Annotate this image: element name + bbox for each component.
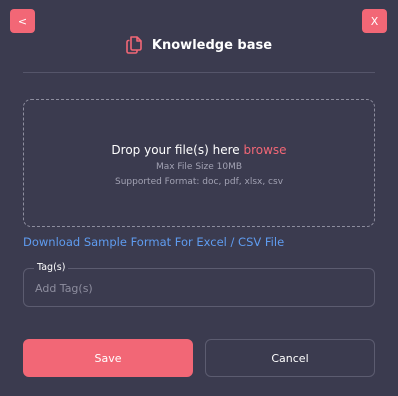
dialog-title: Knowledge base — [151, 37, 273, 53]
knowledge-base-dialog: < X Knowledge base Drop your file(s) her… — [0, 0, 398, 396]
dropzone-prompt-line: Drop your file(s) here browse — [111, 143, 286, 157]
tags-input[interactable] — [35, 278, 365, 298]
dropzone-prompt: Drop your file(s) here — [111, 142, 240, 157]
download-sample-link[interactable]: Download Sample Format For Excel / CSV F… — [23, 235, 284, 249]
max-file-size-text: Max File Size 10MB — [155, 161, 243, 172]
save-button[interactable]: Save — [23, 339, 193, 377]
close-button[interactable]: X — [362, 9, 387, 33]
cancel-button[interactable]: Cancel — [205, 339, 375, 377]
browse-link[interactable]: browse — [243, 143, 286, 157]
file-dropzone[interactable]: Drop your file(s) here browse Max File S… — [23, 99, 375, 227]
back-button[interactable]: < — [10, 9, 35, 33]
copy-document-icon — [126, 36, 142, 54]
supported-formats-text: Supported Format: doc, pdf, xlsx, csv — [114, 176, 284, 187]
tags-field: Tag(s) — [23, 262, 375, 307]
tags-label: Tag(s) — [34, 262, 69, 273]
dialog-header: Knowledge base — [0, 34, 398, 56]
header-divider — [23, 72, 375, 73]
